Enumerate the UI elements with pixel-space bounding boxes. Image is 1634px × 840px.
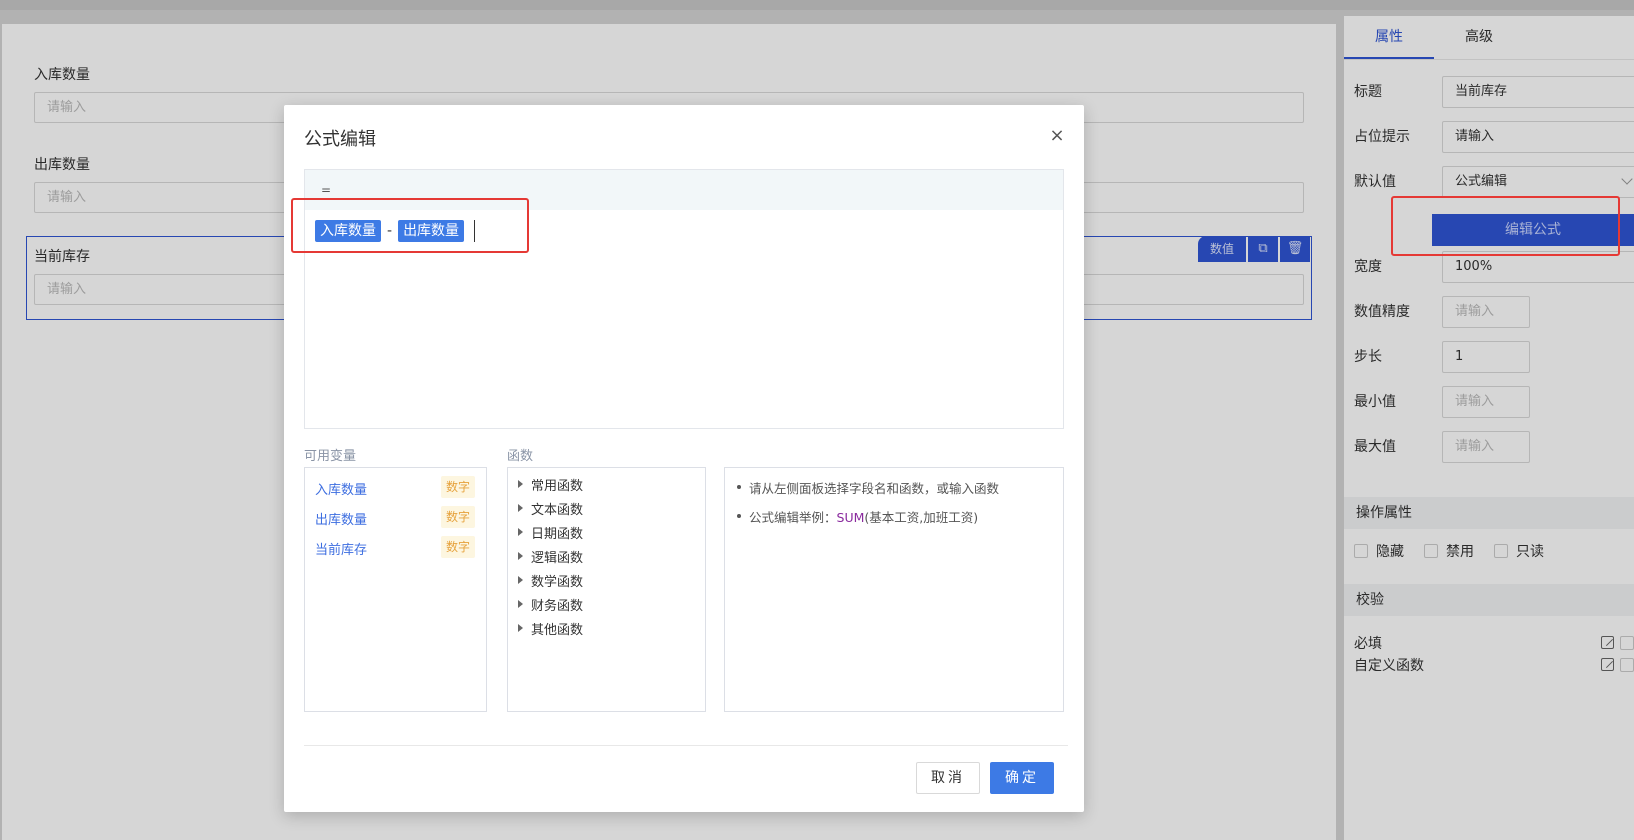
cancel-button[interactable]: 取消 — [916, 762, 980, 794]
function-group[interactable]: 常用函数 — [518, 474, 583, 494]
function-group-label: 数学函数 — [531, 574, 584, 590]
functions-label: 函数 — [507, 449, 534, 464]
variable-name: 当前库存 — [315, 543, 368, 558]
highlight-edit-formula — [1391, 196, 1620, 256]
caret-right-icon — [518, 576, 523, 584]
function-group[interactable]: 其他函数 — [518, 618, 583, 638]
example-args: (基本工资,加班工资) — [864, 510, 979, 525]
variables-panel: 入库数量 数字 出库数量 数字 当前库存 数字 — [304, 467, 487, 712]
help-example: 公式编辑举例：SUM(基本工资,加班工资) — [736, 507, 979, 526]
footer-divider — [304, 745, 1068, 746]
example-prefix: 公式编辑举例： — [749, 510, 837, 525]
caret-right-icon — [518, 480, 523, 488]
function-group-label: 常用函数 — [531, 478, 584, 494]
function-group[interactable]: 数学函数 — [518, 570, 583, 590]
example-function: SUM — [836, 510, 865, 525]
dialog-title: 公式编辑 — [304, 129, 376, 150]
caret-right-icon — [518, 624, 523, 632]
function-group[interactable]: 逻辑函数 — [518, 546, 583, 566]
function-group-label: 日期函数 — [531, 526, 584, 542]
function-group-label: 其他函数 — [531, 622, 584, 638]
variable-type-badge: 数字 — [440, 536, 475, 558]
help-panel: 请从左侧面板选择字段名和函数，或输入函数 公式编辑举例：SUM(基本工资,加班工… — [724, 467, 1064, 712]
highlight-formula — [291, 198, 529, 253]
function-group-label: 逻辑函数 — [531, 550, 584, 566]
function-group[interactable]: 财务函数 — [518, 594, 583, 614]
caret-right-icon — [518, 600, 523, 608]
function-group-label: 文本函数 — [531, 502, 584, 518]
variable-item[interactable]: 当前库存 数字 — [315, 536, 475, 560]
help-hint: 请从左侧面板选择字段名和函数，或输入函数 — [736, 478, 999, 497]
close-icon[interactable]: × — [1048, 127, 1066, 145]
function-group[interactable]: 日期函数 — [518, 522, 583, 542]
variable-name: 出库数量 — [315, 513, 368, 528]
functions-panel: 常用函数 文本函数 日期函数 逻辑函数 数学函数 财务函数 其他函数 — [507, 467, 706, 712]
variable-type-badge: 数字 — [440, 506, 475, 528]
variable-name: 入库数量 — [315, 483, 368, 498]
variable-type-badge: 数字 — [440, 476, 475, 498]
confirm-button[interactable]: 确定 — [990, 762, 1054, 794]
variable-item[interactable]: 出库数量 数字 — [315, 506, 475, 530]
caret-right-icon — [518, 528, 523, 536]
caret-right-icon — [518, 504, 523, 512]
function-group[interactable]: 文本函数 — [518, 498, 583, 518]
function-group-label: 财务函数 — [531, 598, 584, 614]
caret-right-icon — [518, 552, 523, 560]
variable-item[interactable]: 入库数量 数字 — [315, 476, 475, 500]
variables-label: 可用变量 — [304, 449, 357, 464]
